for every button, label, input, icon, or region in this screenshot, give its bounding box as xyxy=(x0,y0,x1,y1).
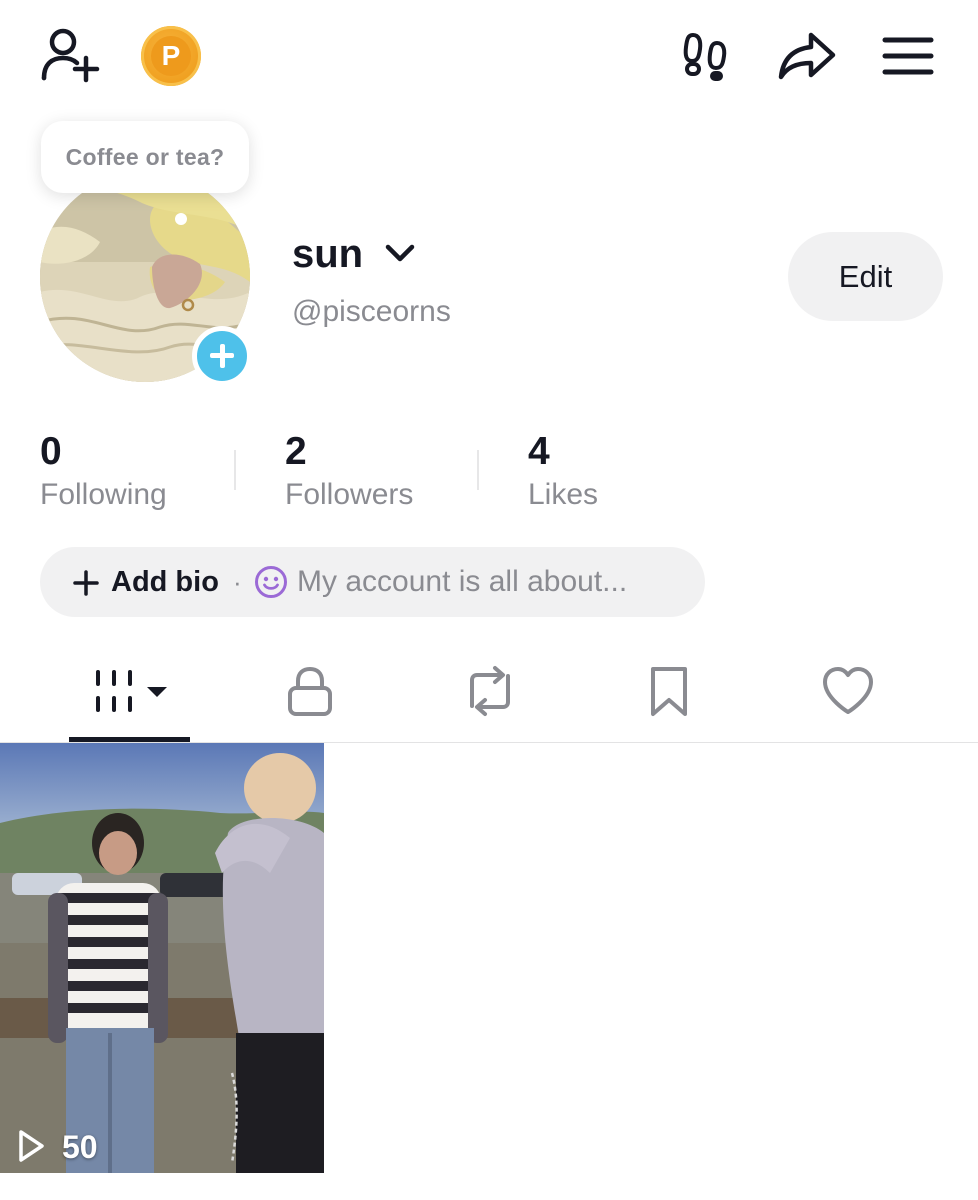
repost-icon[interactable] xyxy=(462,660,518,722)
share-icon[interactable] xyxy=(777,31,837,81)
following-count[interactable]: 0 xyxy=(40,430,62,474)
username[interactable]: sun xyxy=(292,230,363,278)
bookmark-icon[interactable] xyxy=(648,660,690,722)
videos-grid-icon[interactable] xyxy=(94,660,170,722)
video-view-count: 50 xyxy=(62,1129,98,1165)
play-icon xyxy=(19,1130,44,1162)
following-label[interactable]: Following xyxy=(40,476,167,514)
avatar-add-button[interactable] xyxy=(192,326,252,386)
lock-icon[interactable] xyxy=(286,660,334,722)
stats-divider xyxy=(234,450,236,490)
coins-icon[interactable]: P xyxy=(141,26,201,86)
likes-count[interactable]: 4 xyxy=(528,430,550,474)
smile-icon xyxy=(255,566,287,598)
footprints-icon[interactable] xyxy=(683,31,733,83)
edit-profile-button[interactable]: Edit xyxy=(788,232,943,321)
bio-placeholder: My account is all about... xyxy=(297,565,628,598)
followers-label[interactable]: Followers xyxy=(285,476,413,514)
plus-icon xyxy=(73,570,99,596)
heart-icon[interactable] xyxy=(820,660,876,722)
user-handle: @pisceorns xyxy=(292,295,451,328)
menu-icon[interactable] xyxy=(882,36,934,76)
likes-label[interactable]: Likes xyxy=(528,476,598,514)
plus-icon-v xyxy=(219,343,225,368)
profile-tooltip[interactable]: Coffee or tea? xyxy=(41,121,249,193)
chevron-down-icon[interactable] xyxy=(385,242,415,266)
followers-count[interactable]: 2 xyxy=(285,430,307,474)
tooltip-pointer xyxy=(175,213,187,225)
video-thumbnail[interactable] xyxy=(0,743,324,1173)
add-bio-label: Add bio xyxy=(111,566,219,598)
coin-label: P xyxy=(151,36,191,76)
stats-divider xyxy=(477,450,479,490)
add-friend-icon[interactable] xyxy=(40,28,102,84)
bio-separator: · xyxy=(233,567,242,597)
